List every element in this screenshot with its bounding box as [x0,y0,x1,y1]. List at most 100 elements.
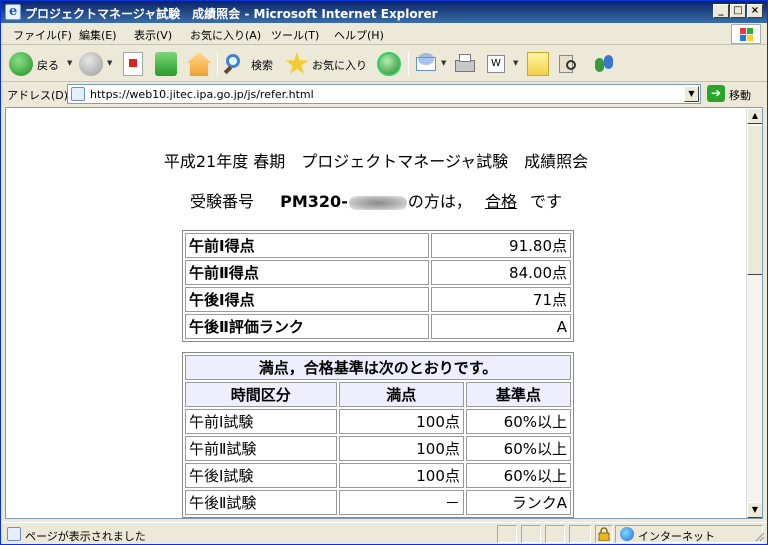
back-dropdown-icon[interactable]: ▼ [67,59,72,67]
pass-score-cell: 60%以上 [465,409,571,434]
status-pane [545,525,565,543]
table-caption-row: 満点，合格基準は次のとおりです。 [185,355,571,380]
full-score-cell: 100点 [338,409,464,434]
column-header-period: 時間区分 [185,382,337,407]
scroll-up-icon[interactable]: ▲ [747,108,762,124]
title-bar: プロジェクトマネージャ試験 成績照会 - Microsoft Internet … [1,1,767,23]
ie-app-icon[interactable] [5,4,21,20]
period-cell: 午後Ⅰ試験 [185,463,337,488]
zone-text: インターネット [638,530,715,543]
exam-number: PM320- [280,192,348,211]
status-pane [521,525,541,543]
edit-icon[interactable]: W [487,55,505,73]
column-header-full: 満点 [338,382,464,407]
full-score-cell: － [338,490,464,515]
period-cell: 午前Ⅰ試験 [185,409,337,434]
toolbar: 戻る ▼ ▼ 検索 お気に入り ▼ W ▼ [1,46,767,82]
score-label: 午前Ⅱ得点 [185,260,429,285]
score-label: 午前Ⅰ得点 [185,233,429,258]
browser-window: プロジェクトマネージャ試験 成績照会 - Microsoft Internet … [0,0,768,545]
address-label: アドレス(D) [7,89,69,102]
go-button-label[interactable]: 移動 [729,87,751,103]
menu-help[interactable]: ヘルプ(H) [334,27,384,43]
column-header-pass: 基準点 [465,382,571,407]
result-status: 合格 [484,192,517,211]
home-icon[interactable] [187,52,211,76]
minimize-button[interactable]: _ [713,4,729,18]
page-heading: 平成21年度 春期 プロジェクトマネージャ試験 成績照会 [163,152,589,171]
score-label: 午後Ⅱ評価ランク [185,314,429,339]
score-label: 午後Ⅰ得点 [185,287,429,312]
full-score-cell: 100点 [338,436,464,461]
windows-logo-icon [731,24,761,44]
table-row: 午後Ⅱ試験 － ランクA [185,490,571,515]
period-cell: 午前Ⅱ試験 [185,436,337,461]
back-arrow-icon[interactable] [9,52,33,76]
discuss-icon[interactable] [527,52,549,76]
forward-dropdown-icon[interactable]: ▼ [107,59,112,67]
address-url[interactable]: https://web10.jitec.ipa.go.jp/js/refer.h… [90,88,314,101]
status-pane [569,525,591,543]
scroll-down-icon[interactable]: ▼ [747,502,762,518]
full-score-cell: 100点 [338,463,464,488]
status-pane [497,525,517,543]
pass-score-cell: 60%以上 [465,463,571,488]
search-button-label[interactable]: 検索 [251,57,273,73]
table-row: 午前Ⅱ得点 84.00点 [185,260,571,285]
menu-tools[interactable]: ツール(T) [271,27,319,43]
score-value: A [431,314,571,339]
edit-dropdown-icon[interactable]: ▼ [513,59,518,67]
table-row: 午後Ⅰ得点 71点 [185,287,571,312]
print-icon[interactable] [453,52,477,76]
status-bar: ページが表示されました インターネット [1,522,767,544]
favorites-star-icon[interactable] [285,52,309,74]
masked-exam-number [348,195,407,210]
menu-view[interactable]: 表示(V) [134,27,172,43]
table-row: 午後Ⅰ試験 100点 60%以上 [185,463,571,488]
result-suffix: です [530,192,563,211]
pass-score-cell: ランクA [465,490,571,515]
result-prefix: 受験番号 [189,192,254,211]
page-icon [71,87,85,101]
mail-icon[interactable] [415,52,439,76]
favorites-button-label[interactable]: お気に入り [312,57,367,73]
menu-favorites[interactable]: お気に入り(A) [190,27,261,43]
score-table: 午前Ⅰ得点 91.80点 午前Ⅱ得点 84.00点 午後Ⅰ得点 71点 午後Ⅱ評… [182,230,574,342]
menu-file[interactable]: ファイル(F) [13,27,72,43]
research-icon[interactable] [557,52,581,76]
vertical-scrollbar[interactable]: ▲ ▼ [746,108,762,518]
refresh-icon[interactable] [155,52,177,76]
resize-grip-icon[interactable] [753,530,765,542]
standards-caption: 満点，合格基準は次のとおりです。 [185,355,571,380]
lock-icon [598,527,610,541]
scroll-thumb[interactable] [747,125,762,275]
address-input[interactable]: https://web10.jitec.ipa.go.jp/js/refer.h… [67,84,701,104]
toolbar-separator [408,52,409,76]
table-row: 午前Ⅰ得点 91.80点 [185,233,571,258]
stop-icon[interactable] [123,52,143,76]
go-arrow-icon[interactable]: ➔ [707,85,725,102]
search-icon[interactable] [223,52,247,76]
back-button-label[interactable]: 戻る [37,57,59,73]
pass-score-cell: 60%以上 [465,436,571,461]
address-bar: アドレス(D) https://web10.jitec.ipa.go.jp/js… [1,83,767,105]
messenger-icon[interactable] [593,52,617,76]
maximize-button[interactable]: □ [730,4,746,18]
page-status-icon [7,527,21,541]
menu-edit[interactable]: 編集(E) [79,27,117,43]
period-cell: 午後Ⅱ試験 [185,490,337,515]
table-row: 午後Ⅱ評価ランク A [185,314,571,339]
address-dropdown-icon[interactable]: ▼ [684,86,699,102]
score-value: 91.80点 [431,233,571,258]
close-button[interactable]: × [747,4,763,18]
window-title: プロジェクトマネージャ試験 成績照会 - Microsoft Internet … [25,7,438,21]
history-icon[interactable] [377,52,401,76]
mail-dropdown-icon[interactable]: ▼ [441,59,446,67]
status-text: ページが表示されました [25,530,146,543]
internet-zone-icon [620,527,634,541]
result-middle: の方は， [407,192,472,211]
score-value: 71点 [431,287,571,312]
forward-arrow-icon[interactable] [79,52,103,76]
menu-bar: ファイル(F) 編集(E) 表示(V) お気に入り(A) ツール(T) ヘルプ(… [1,23,767,45]
score-value: 84.00点 [431,260,571,285]
